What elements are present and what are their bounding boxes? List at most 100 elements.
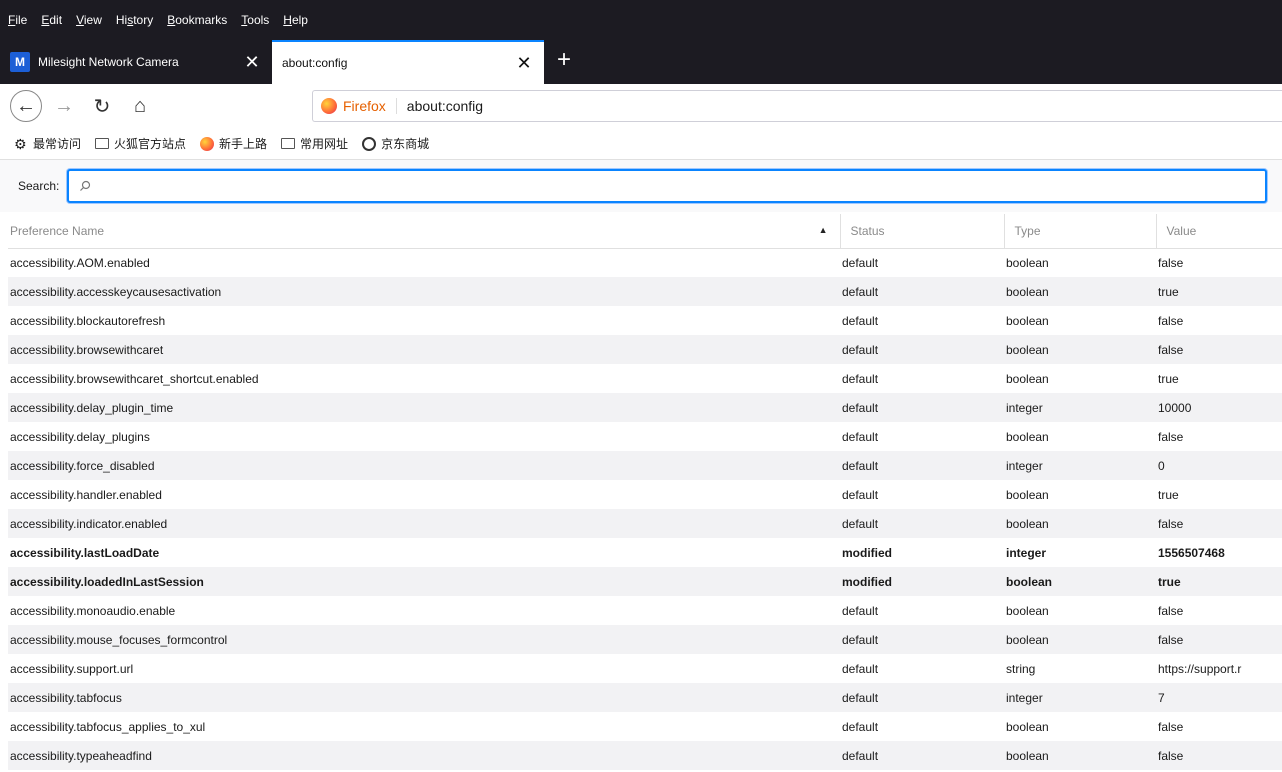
- table-row[interactable]: accessibility.browsewithcaret_shortcut.e…: [8, 364, 1282, 393]
- pref-type-cell: integer: [1004, 683, 1156, 712]
- table-row[interactable]: accessibility.delay_plugin_time default in…: [8, 393, 1282, 422]
- table-row[interactable]: accessibility.AOM.enabled default boolean f…: [8, 248, 1282, 277]
- pref-value-cell: true: [1158, 371, 1179, 386]
- pref-value-cell: https://support.r: [1158, 661, 1242, 676]
- folder-icon: [281, 138, 296, 149]
- close-tab-icon[interactable]: ✕: [242, 53, 262, 71]
- menu-history[interactable]: History: [116, 13, 153, 27]
- close-tab-icon[interactable]: ✕: [514, 54, 534, 72]
- pref-status-cell: modified: [840, 567, 1004, 596]
- pref-type-cell: boolean: [1006, 371, 1049, 386]
- bookmark-most-visited[interactable]: ⚙ 最常访问: [14, 135, 81, 152]
- bookmarks-toolbar: ⚙ 最常访问 火狐官方站点 新手上路 常用网址 京东商城: [0, 128, 1282, 160]
- pref-type-cell: string: [1006, 661, 1036, 676]
- forward-button[interactable]: →: [48, 90, 80, 122]
- column-header-status[interactable]: Status: [839, 214, 1004, 249]
- bookmark-getting-started[interactable]: 新手上路: [200, 135, 267, 152]
- pref-name-cell: accessibility.indicator.enabled: [8, 509, 840, 538]
- table-row[interactable]: accessibility.tabfocus_applies_to_xul def…: [8, 712, 1282, 741]
- pref-type-cell: boolean: [1004, 625, 1156, 654]
- pref-name-cell: accessibility.typeaheadfind: [8, 741, 840, 770]
- pref-name-cell: accessibility.force_disabled: [8, 451, 840, 480]
- table-row[interactable]: accessibility.delay_plugins default boolea…: [8, 422, 1282, 451]
- search-input[interactable]: [97, 172, 1266, 200]
- pref-type-cell: boolean: [1004, 509, 1156, 538]
- pref-status-cell: default: [840, 393, 1004, 422]
- pref-status-cell: default: [842, 487, 879, 502]
- home-button[interactable]: ⌂: [124, 90, 156, 122]
- column-header-value[interactable]: Value: [1155, 214, 1282, 249]
- pref-value-cell: false: [1156, 509, 1282, 538]
- table-row[interactable]: accessibility.accesskeycausesactivation d…: [8, 277, 1282, 306]
- bookmark-label: 常用网址: [300, 137, 349, 151]
- pref-value-cell: false: [1158, 603, 1184, 618]
- pref-value-cell: true: [1158, 487, 1179, 502]
- pref-type-cell: boolean: [1006, 255, 1049, 270]
- milesight-favicon-icon: M: [10, 52, 30, 72]
- pref-type-cell: integer: [1006, 545, 1047, 560]
- pref-name-cell: accessibility.loadedInLastSession: [8, 567, 840, 596]
- tab-title: Milesight Network Camera: [38, 55, 179, 69]
- table-row[interactable]: accessibility.handler.enabled default bool…: [8, 480, 1282, 509]
- menu-view[interactable]: View: [76, 13, 102, 27]
- preferences-table-body: accessibility.AOM.enabled default boolean f…: [8, 248, 1282, 770]
- pref-name-cell: accessibility.browsewithcaret_shortcut.e…: [10, 371, 259, 386]
- firefox-icon: [321, 98, 337, 114]
- globe-icon: [362, 136, 377, 151]
- pref-status-cell: default: [842, 661, 879, 676]
- bookmark-label: 最常访问: [33, 137, 82, 151]
- column-header-type[interactable]: Type: [1003, 214, 1156, 249]
- identity-label[interactable]: Firefox: [343, 98, 397, 114]
- table-row[interactable]: accessibility.mouse_focuses_formcontrol d…: [8, 625, 1282, 654]
- menu-help[interactable]: Help: [283, 13, 308, 27]
- pref-type-cell: boolean: [1006, 719, 1049, 734]
- table-row[interactable]: accessibility.monoaudio.enable default boo…: [8, 596, 1282, 625]
- pref-name-cell: accessibility.blockautorefresh: [10, 313, 166, 328]
- menu-tools[interactable]: Tools: [241, 13, 269, 27]
- menu-file[interactable]: File: [8, 13, 27, 27]
- new-tab-button[interactable]: +: [544, 40, 584, 84]
- reload-button[interactable]: ↻: [86, 90, 118, 122]
- pref-value-cell: true: [1156, 277, 1282, 306]
- pref-type-cell: boolean: [1004, 335, 1156, 364]
- menu-edit[interactable]: Edit: [41, 13, 62, 27]
- bookmark-label: 京东商城: [381, 137, 430, 151]
- preferences-table: Preference Name ▲ Status Type Value acce…: [8, 214, 1282, 770]
- back-button[interactable]: ←: [10, 90, 42, 122]
- pref-name-cell: accessibility.AOM.enabled: [10, 255, 150, 270]
- bookmark-label: 火狐官方站点: [114, 137, 187, 151]
- pref-status-cell: default: [842, 371, 879, 386]
- folder-icon: [95, 138, 110, 149]
- table-row[interactable]: accessibility.indicator.enabled default bo…: [8, 509, 1282, 538]
- pref-value-cell: 10000: [1156, 393, 1282, 422]
- menu-bookmarks[interactable]: Bookmarks: [167, 13, 227, 27]
- table-row[interactable]: accessibility.tabfocus default integer 7: [8, 683, 1282, 712]
- table-row[interactable]: accessibility.force_disabled default integ…: [8, 451, 1282, 480]
- gear-icon: ⚙: [14, 135, 27, 152]
- table-row[interactable]: accessibility.browsewithcaret default bool…: [8, 335, 1282, 364]
- pref-name-cell: accessibility.browsewithcaret: [8, 335, 840, 364]
- table-row[interactable]: accessibility.typeaheadfind default boolea…: [8, 741, 1282, 770]
- pref-value-cell: true: [1156, 567, 1282, 596]
- column-header-preference-name[interactable]: Preference Name ▲: [8, 214, 840, 249]
- pref-status-cell: default: [840, 335, 1004, 364]
- sort-ascending-icon: ▲: [818, 225, 828, 235]
- url-bar[interactable]: Firefox about:config: [312, 90, 1282, 122]
- tab-milesight[interactable]: M Milesight Network Camera ✕: [0, 40, 272, 84]
- table-row[interactable]: accessibility.support.url default string ht…: [8, 654, 1282, 683]
- pref-type-cell: boolean: [1004, 277, 1156, 306]
- tab-about-config[interactable]: about:config ✕: [272, 40, 544, 84]
- pref-name-cell: accessibility.delay_plugins: [10, 429, 150, 444]
- pref-status-cell: default: [840, 509, 1004, 538]
- pref-name-cell: accessibility.accesskeycausesactivation: [8, 277, 840, 306]
- url-text[interactable]: about:config: [407, 98, 483, 114]
- table-row[interactable]: accessibility.lastLoadDate modified intege…: [8, 538, 1282, 567]
- pref-name-cell: accessibility.tabfocus: [8, 683, 840, 712]
- pref-name-cell: accessibility.handler.enabled: [10, 487, 162, 502]
- bookmark-firefox-official[interactable]: 火狐官方站点: [95, 135, 186, 152]
- bookmark-common-sites[interactable]: 常用网址: [281, 135, 348, 152]
- table-row[interactable]: accessibility.loadedInLastSession modifie…: [8, 567, 1282, 596]
- table-row[interactable]: accessibility.blockautorefresh default boo…: [8, 306, 1282, 335]
- bookmark-jd-mall[interactable]: 京东商城: [362, 135, 429, 152]
- search-box[interactable]: [67, 169, 1268, 203]
